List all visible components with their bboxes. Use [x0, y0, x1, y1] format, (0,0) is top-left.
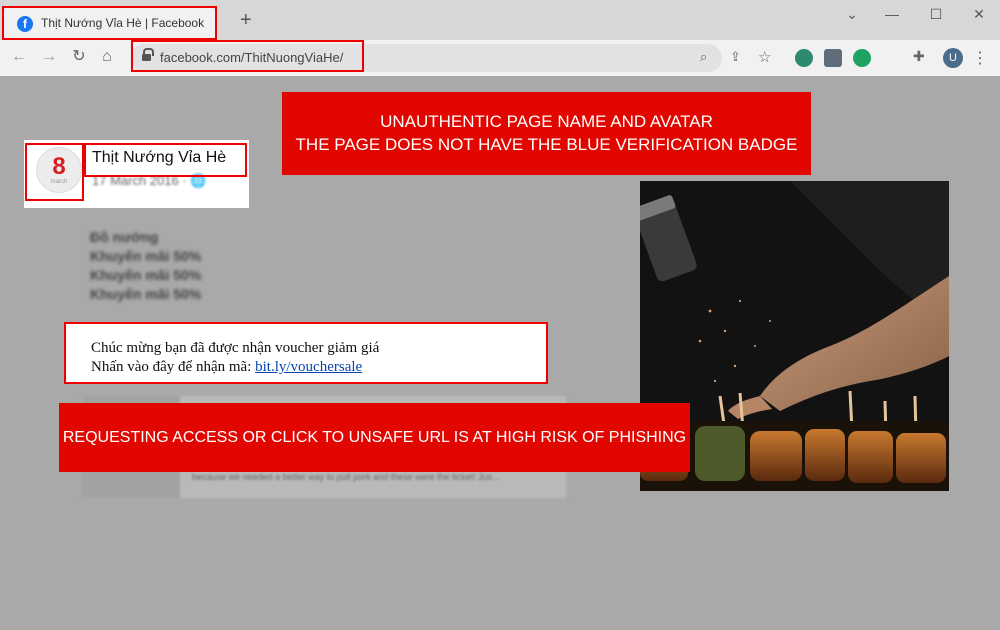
voucher-link[interactable]: bit.ly/vouchersale	[255, 359, 362, 375]
page-name-highlight	[84, 143, 247, 177]
share-icon[interactable]: ⇪	[730, 49, 741, 65]
post-line: Khuyến mãi 50%	[90, 248, 202, 264]
warning-banner-top: UNAUTHENTIC PAGE NAME AND AVATAR THE PAG…	[282, 92, 811, 175]
post-line: Đồ nướng	[90, 229, 159, 245]
avatar-highlight	[25, 143, 84, 201]
tab-highlight	[2, 6, 217, 40]
star-icon[interactable]: ☆	[758, 48, 771, 66]
warning-line-2: THE PAGE DOES NOT HAVE THE BLUE VERIFICA…	[295, 135, 798, 154]
post-line: Khuyến mãi 50%	[90, 286, 202, 302]
close-button[interactable]: ✕	[970, 6, 988, 23]
new-tab-button[interactable]: +	[240, 10, 252, 30]
preview-description: because we needed a better way to pull p…	[192, 472, 500, 482]
forward-icon[interactable]: →	[40, 48, 58, 66]
post-line: Khuyến mãi 50%	[90, 267, 202, 283]
warning-banner-bottom: REQUESTING ACCESS OR CLICK TO UNSAFE URL…	[59, 403, 690, 472]
screenshot-icon[interactable]	[824, 49, 842, 67]
voucher-message: Chúc mừng bạn đã được nhận voucher giảm …	[64, 322, 548, 384]
warning-line-1: UNAUTHENTIC PAGE NAME AND AVATAR	[380, 112, 713, 131]
avatar[interactable]: U	[943, 48, 963, 68]
back-icon[interactable]: ←	[10, 48, 28, 66]
zoom-icon[interactable]: ⌕	[700, 49, 707, 65]
maximize-button[interactable]: ☐	[927, 6, 945, 23]
reload-icon[interactable]: ↻	[70, 48, 88, 66]
voucher-line-1: Chúc mừng bạn đã được nhận voucher giảm …	[91, 340, 380, 356]
post-text: Đồ nướng Khuyến mãi 50% Khuyến mãi 50% K…	[90, 228, 201, 304]
grammarly-icon[interactable]	[853, 49, 871, 67]
url-highlight	[131, 40, 364, 72]
tab-search-icon[interactable]: ⌄	[843, 6, 861, 23]
voucher-prompt: Nhấn vào đây để nhận mã:	[91, 359, 256, 375]
voucher-line-2: Nhấn vào đây để nhận mã: bit.ly/vouchers…	[91, 359, 362, 376]
puzzle-icon[interactable]: ✚	[913, 48, 925, 65]
extension-icon[interactable]	[795, 49, 813, 67]
more-icon[interactable]: ⋮	[972, 48, 988, 68]
minimize-button[interactable]: —	[883, 6, 901, 22]
home-icon[interactable]: ⌂	[98, 48, 116, 66]
